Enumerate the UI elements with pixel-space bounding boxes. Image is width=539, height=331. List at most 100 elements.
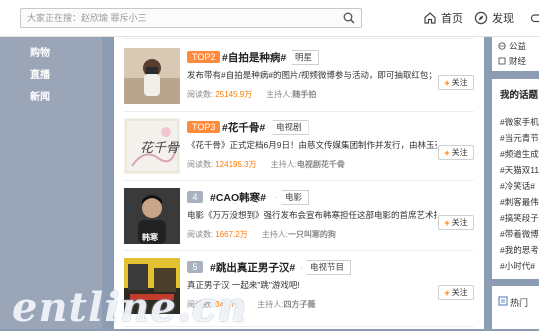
topic-meta: 阅读数:124195.3万 主持人:电视剧花千骨 — [187, 159, 345, 170]
divider — [124, 180, 474, 181]
divider — [124, 326, 474, 327]
topic-link[interactable]: #天猫双11 — [500, 164, 539, 176]
divider — [124, 111, 474, 112]
topic-title[interactable]: #花千骨# — [222, 120, 265, 135]
rank-badge: TOP3 — [187, 121, 220, 133]
host-name[interactable]: 一只叫寒的狗 — [288, 230, 336, 239]
right-item-finance[interactable]: 财经 — [498, 55, 526, 67]
nav-discover[interactable]: 发现 — [474, 9, 514, 27]
host-name[interactable]: 四方子薇 — [284, 300, 316, 309]
read-label: 阅读数: — [187, 160, 213, 169]
thumb-caption: 韩寒 — [142, 232, 159, 242]
topic-link[interactable]: #微家手机 — [500, 116, 539, 128]
host-label: 主持人: — [262, 230, 288, 239]
read-count: 1667.2万 — [215, 230, 247, 239]
topic-card: 韩寒 4 #CAO韩寒# 电影 电影《万万没想到》强行发布会宣布韩寒担任这部电影… — [114, 188, 484, 256]
topic-link[interactable]: #刺客最伟 — [500, 196, 539, 208]
topic-description: 发布带有#自拍是种病#的图片/视频微博参与活动，即可抽取红包；使用微... — [187, 69, 437, 81]
read-count: 124195.3万 — [215, 160, 256, 169]
search-icon[interactable] — [343, 12, 355, 24]
finance-icon — [498, 57, 506, 65]
read-label: 阅读数: — [187, 300, 213, 309]
right-item-charity[interactable]: 公益 — [498, 40, 526, 52]
top-bar: 首页 发现 — [0, 0, 539, 37]
nav-discover-label: 发现 — [492, 10, 514, 26]
sidebar-item-news[interactable]: 新闻 — [30, 88, 50, 103]
topic-description: 《花千骨》正式定档6月9日！由慈文传媒集团制作并发行，由林玉芬、高... — [187, 139, 437, 151]
follow-button[interactable]: +关注 — [438, 215, 474, 230]
topic-meta: 阅读数:340.7万 主持人:四方子薇 — [187, 299, 316, 310]
follow-label: 关注 — [452, 77, 468, 88]
topic-description: 真正男子汉 一起来"跳"游戏吧! — [187, 279, 437, 291]
host-label: 主持人: — [266, 90, 292, 99]
hot-panel: 热门 — [492, 286, 539, 329]
category-tag[interactable]: 电视剧 — [267, 120, 309, 135]
divider — [124, 38, 474, 39]
category-tag[interactable]: 电视节目 — [301, 260, 351, 275]
follow-label: 关注 — [452, 217, 468, 228]
plus-icon: + — [444, 218, 449, 228]
host-label: 主持人: — [271, 160, 297, 169]
plus-icon: + — [444, 78, 449, 88]
category-tag[interactable]: 电影 — [276, 190, 309, 205]
topic-link[interactable]: #当元青节 — [500, 132, 539, 144]
topic-meta: 阅读数:1667.2万 主持人:一只叫寒的狗 — [187, 229, 336, 240]
topic-card: 花千骨 TOP3 #花千骨# 电视剧 《花千骨》正式定档6月9日！由慈文传媒集团… — [114, 118, 484, 186]
rank-badge: 4 — [187, 191, 203, 203]
topic-title[interactable]: #自拍是种病# — [222, 50, 286, 65]
nav-home[interactable]: 首页 — [423, 9, 463, 27]
topic-thumbnail[interactable] — [124, 258, 180, 314]
plus-icon: + — [444, 148, 449, 158]
sidebar-item-live[interactable]: 直播 — [30, 66, 50, 81]
topic-link[interactable]: #我的思考 — [500, 244, 539, 256]
plus-icon: + — [444, 288, 449, 298]
right-item-label: 公益 — [509, 40, 526, 52]
follow-label: 关注 — [452, 287, 468, 298]
right-item-label: 财经 — [509, 55, 526, 67]
hot-label[interactable]: 热门 — [510, 296, 528, 309]
topic-link[interactable]: #带着微博 — [500, 228, 539, 240]
follow-button[interactable]: +关注 — [438, 145, 474, 160]
nav-home-label: 首页 — [441, 10, 463, 26]
game-icon — [530, 11, 539, 25]
topic-link[interactable]: #小时代# — [500, 260, 535, 272]
host-label: 主持人: — [257, 300, 283, 309]
topic-card: 5 #跳出真正男子汉# 电视节目 真正男子汉 一起来"跳"游戏吧! 阅读数:34… — [114, 258, 484, 326]
topic-thumbnail[interactable]: 花千骨 — [124, 118, 180, 174]
topic-title[interactable]: #跳出真正男子汉# — [210, 260, 295, 275]
topic-description: 电影《万万没想到》强行发布会宣布韩寒担任这部电影的首席艺术指导，... — [187, 209, 437, 221]
topic-title[interactable]: #CAO韩寒# — [210, 190, 266, 205]
topic-feed: TOP2 #自拍是种病# 明星 发布带有#自拍是种病#的图片/视频微博参与活动，… — [114, 37, 484, 329]
home-icon — [423, 11, 437, 25]
topic-card: TOP2 #自拍是种病# 明星 发布带有#自拍是种病#的图片/视频微博参与活动，… — [114, 48, 484, 116]
globe-icon — [498, 42, 506, 50]
thumb-caption: 花千骨 — [140, 141, 180, 156]
sidebar-item-shopping[interactable]: 购物 — [30, 44, 50, 59]
follow-button[interactable]: +关注 — [438, 285, 474, 300]
compass-icon — [474, 11, 488, 25]
host-name[interactable]: 随手拍 — [292, 90, 316, 99]
host-name[interactable]: 电视剧花千骨 — [297, 160, 345, 169]
search-box[interactable] — [20, 8, 362, 28]
nav-game[interactable] — [530, 9, 539, 27]
read-label: 阅读数: — [187, 90, 213, 99]
right-menu: 公益 财经 — [492, 37, 539, 71]
topic-thumbnail[interactable]: 韩寒 — [124, 188, 180, 244]
read-count: 25145.9万 — [215, 90, 252, 99]
follow-label: 关注 — [452, 147, 468, 158]
topic-thumbnail[interactable] — [124, 48, 180, 104]
topic-link[interactable]: #冷笑话# — [500, 180, 535, 192]
rank-badge: TOP2 — [187, 51, 220, 63]
topic-link[interactable]: #频道生成 — [500, 148, 539, 160]
read-label: 阅读数: — [187, 230, 213, 239]
search-input[interactable] — [27, 11, 337, 25]
left-sidebar: 购物 直播 新闻 — [0, 37, 102, 329]
follow-button[interactable]: +关注 — [438, 75, 474, 90]
topic-meta: 阅读数:25145.9万 主持人:随手拍 — [187, 89, 316, 100]
my-topics-panel: 我的话题 #微家手机 #当元青节 #频道生成 #天猫双11 #冷笑话# #刺客最… — [492, 79, 539, 279]
read-count: 340.7万 — [215, 300, 243, 309]
hot-icon — [498, 296, 508, 306]
topic-link[interactable]: #搞笑段子 — [500, 212, 539, 224]
rank-badge: 5 — [187, 261, 203, 273]
category-tag[interactable]: 明星 — [286, 50, 319, 65]
